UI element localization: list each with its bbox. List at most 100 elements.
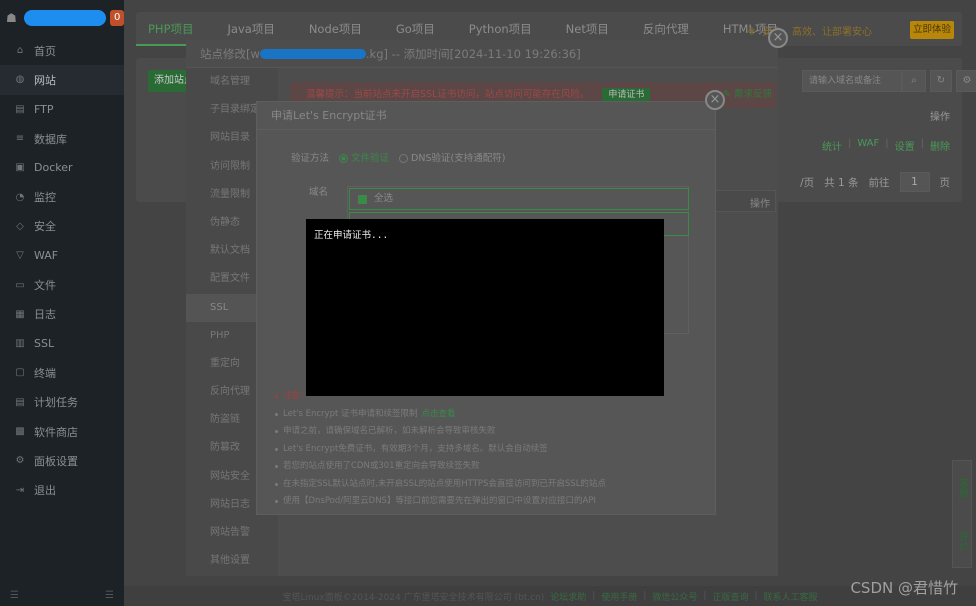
diamond-icon: ◈ (747, 23, 756, 37)
close-icon[interactable]: × (705, 90, 725, 110)
menu-icon[interactable]: ☰ (105, 590, 114, 601)
footer-link-manual[interactable]: 使用手册 (601, 590, 637, 603)
sidebar-item-label: SSL (34, 337, 55, 351)
sidebar-icon: ▣ (15, 162, 25, 174)
service-button[interactable]: 客服 (955, 478, 970, 498)
dns-verify-radio[interactable]: DNS验证(支持通配符) (399, 150, 505, 164)
notes-list: 注意： Let's Encrypt 证书申请和续签限制 点击查看 申请之前，请确保域名… (275, 388, 705, 511)
site-modal-title: 站点修改[w .kg] -- 添加时间[2024-11-10 19:26:36] (186, 40, 778, 68)
domain-label: 域名 (309, 187, 329, 198)
sidebar-item-label: 网站 (34, 73, 56, 87)
footer-link-wechat[interactable]: 微信公众号 (652, 590, 697, 603)
notification-badge[interactable]: 0 (110, 10, 124, 26)
sidebar-item-label: 文件 (34, 279, 56, 293)
sidebar-item[interactable]: ▩ 软件商店 (0, 417, 124, 446)
collapse-icon[interactable]: ☰ (10, 590, 19, 601)
sidebar-item[interactable]: ▤ 计划任务 (0, 388, 124, 417)
row-actions: 统计 | WAF | 设置 | 删除 (821, 138, 950, 153)
sidebar-item-label: 软件商店 (34, 425, 78, 439)
sidebar-icon: ◔ (15, 191, 25, 203)
footer-link-support[interactable]: 联系人工客服 (764, 590, 818, 603)
sidebar-item-label: 首页 (34, 44, 56, 58)
sidebar-header: ☗ 0 (0, 0, 124, 36)
sidebar-item[interactable]: ▥ SSL (0, 329, 124, 358)
refresh-icon[interactable]: ↻ (930, 70, 952, 92)
sidebar-item[interactable]: ≡ 数据库 (0, 124, 124, 153)
sidebar-item-label: 计划任务 (34, 396, 78, 410)
promo: ◈ 安全、高效、让部署安心 立即体验 (747, 21, 954, 39)
note-item: 在未指定SSL默认站点时,未开启SSL的站点使用HTTPS会直接访问到已开启SS… (275, 476, 705, 494)
site-menu-item[interactable]: 网站告警 (186, 519, 278, 547)
sidebar-icon: ▥ (15, 338, 25, 350)
watermark: CSDN @君惜竹 (850, 579, 958, 597)
action-delete[interactable]: 删除 (930, 138, 950, 153)
sidebar-icon: ◍ (15, 74, 25, 86)
sidebar-icon: ◇ (16, 220, 24, 232)
note-item: Let's Encrypt免费证书，有效期3个月，支持多域名。默认会自动续签 (275, 441, 705, 459)
sidebar-item[interactable]: ▢ 终端 (0, 358, 124, 387)
sidebar-icon: ▤ (15, 103, 25, 115)
action-settings[interactable]: 设置 (895, 138, 915, 153)
sidebar-item[interactable]: ⌂ 首页 (0, 36, 124, 65)
le-modal-title: 申请Let's Encrypt证书 (257, 102, 715, 130)
search-icon[interactable]: ⌕ (902, 70, 926, 92)
bt-logo-icon: ☗ (6, 11, 17, 25)
action-waf[interactable]: WAF (857, 138, 879, 153)
per-page-select[interactable]: /页 (800, 175, 814, 190)
redacted-domain (259, 49, 366, 59)
sidebar-item[interactable]: ▭ 文件 (0, 270, 124, 299)
pagination: /页 共 1 条 前往 1 页 (800, 172, 950, 192)
sidebar-footer: ☰ ☰ (0, 584, 124, 606)
terminal-output: 正在申请证书... (306, 219, 664, 396)
file-verify-radio[interactable]: 文件验证 (339, 150, 389, 164)
sidebar-item[interactable]: ◔ 监控 (0, 182, 124, 211)
action-stats[interactable]: 统计 (822, 138, 842, 153)
apply-cert-button[interactable]: 申请证书 (602, 88, 651, 102)
sidebar-item-label: 监控 (34, 191, 56, 205)
sidebar-item[interactable]: ▽ WAF (0, 241, 124, 270)
sidebar-item[interactable]: ▤ FTP (0, 95, 124, 124)
sidebar: ☗ 0 ⌂ 首页 ◍ 网站 ▤ FTP ≡ 数据库 ▣ Docker ◔ 监控 ◇ 安全 ▽ WAF ▭ 文件 ▦ 日… (0, 0, 124, 606)
footer-link-genuine[interactable]: 正版查询 (712, 590, 748, 603)
sidebar-item[interactable]: ⚙ 面板设置 (0, 446, 124, 475)
sidebar-item[interactable]: ▣ Docker (0, 153, 124, 182)
copyright: 宝塔Linux面板©2014-2024 广东堡塔安全技术有限公司 (bt.cn) (282, 592, 545, 603)
sidebar-item[interactable]: ◇ 安全 (0, 212, 124, 241)
page-unit: 页 (939, 176, 951, 189)
domain-search-input[interactable]: 请输入域名或备注 (802, 70, 902, 92)
sidebar-item-label: 终端 (34, 366, 56, 380)
limit-link[interactable]: 点击查看 (422, 409, 456, 419)
note-item: Let's Encrypt 证书申请和续签限制 点击查看 (275, 406, 705, 424)
feedback-link[interactable]: ✎ 需求反馈 (723, 86, 772, 100)
sidebar-item-label: WAF (34, 249, 59, 263)
sidebar-icon: ⚙ (15, 455, 25, 467)
sidebar-item-label: 安全 (34, 220, 56, 234)
terminal-text: 正在申请证书... (314, 230, 389, 241)
sidebar-item-label: FTP (34, 102, 54, 116)
close-icon[interactable]: × (768, 28, 788, 48)
sidebar-icon: ▩ (15, 426, 25, 437)
sidebar-item[interactable]: ◍ 网站 (0, 65, 124, 95)
note-item: 若您的站点使用了CDN或301重定向会导致续签失败 (275, 458, 705, 476)
footer: 宝塔Linux面板©2014-2024 广东堡塔安全技术有限公司 (bt.cn)… (124, 586, 976, 606)
site-menu-item[interactable]: 域名管理 (186, 68, 278, 96)
note-item: 使用【DnsPod/阿里云DNS】等接口前您需要先在弹出的窗口中设置对应接口的A… (275, 493, 705, 511)
site-menu-item[interactable]: 其他设置 (186, 547, 278, 575)
sidebar-icon: ▭ (15, 279, 25, 291)
sidebar-icon: ⇥ (15, 484, 25, 496)
gear-icon[interactable]: ⚙ (956, 70, 976, 92)
footer-link-forum[interactable]: 论坛求助 (550, 590, 586, 603)
page-total: 共 1 条 (824, 176, 859, 189)
sidebar-item[interactable]: ▦ 日志 (0, 300, 124, 329)
sidebar-icon: ▢ (15, 367, 25, 379)
sidebar-item[interactable]: ⇥ 退出 (0, 475, 124, 504)
review-button[interactable]: 评价 (955, 531, 970, 551)
verify-label: 验证方法 (291, 153, 330, 164)
user-name-redacted[interactable] (23, 10, 107, 26)
op-column-header: 操作 (930, 112, 950, 123)
sidebar-item-label: 面板设置 (34, 454, 78, 468)
select-all-checkbox[interactable]: 全选 (349, 188, 689, 210)
ssl-op-header: 操作 (750, 199, 770, 210)
promo-button[interactable]: 立即体验 (910, 21, 954, 39)
page-number-input[interactable]: 1 (899, 172, 930, 192)
